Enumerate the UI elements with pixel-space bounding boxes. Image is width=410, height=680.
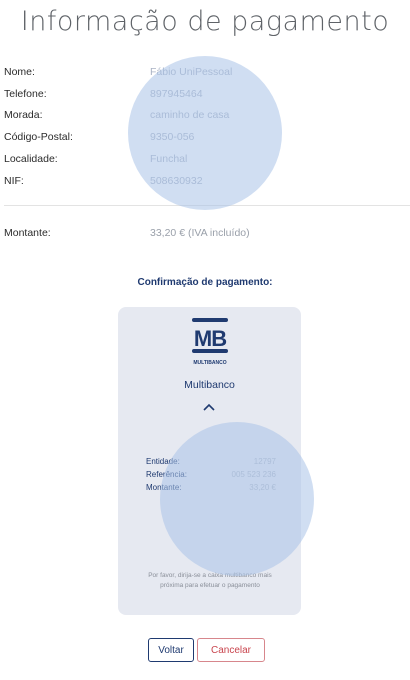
amount-label: Montante: — [4, 227, 51, 239]
multibanco-logo-icon: MB MULTIBANCO — [192, 318, 228, 366]
info-value: Funchal — [150, 153, 188, 165]
detail-label: Montante: — [146, 483, 182, 492]
info-label: Telefone: — [4, 88, 47, 100]
info-label: Código-Postal: — [4, 131, 73, 143]
info-row-locality: Localidade: Funchal — [4, 153, 404, 171]
detail-label: Entidade: — [146, 457, 180, 466]
detail-value: 005 523 236 — [231, 470, 277, 479]
logo-subtext: MULTIBANCO — [193, 360, 226, 366]
payment-method-name: Multibanco — [184, 379, 235, 391]
amount-value: 33,20 € (IVA incluído) — [150, 227, 250, 239]
info-value: 9350-056 — [150, 131, 195, 143]
info-value: 508630932 — [150, 175, 203, 187]
logo-text: MB — [194, 326, 226, 351]
confirmation-title: Confirmação de pagamento: — [137, 277, 273, 288]
info-label: NIF: — [4, 175, 24, 187]
info-value: 897945464 — [150, 88, 203, 100]
detail-label: Referência: — [146, 470, 187, 479]
payment-method-card: MB MULTIBANCO Multibanco Entidade: 12797… — [118, 307, 301, 615]
info-row-postal-code: Código-Postal: 9350-056 — [4, 131, 404, 149]
detail-value: 33,20 € — [249, 483, 276, 492]
info-label: Nome: — [4, 66, 35, 78]
detail-row-amount: Montante: 33,20 € — [146, 483, 276, 495]
info-row-nif: NIF: 508630932 — [4, 175, 404, 193]
info-row-address: Morada: caminho de casa — [4, 109, 404, 127]
detail-row-entity: Entidade: 12797 — [146, 457, 276, 469]
info-row-phone: Telefone: 897945464 — [4, 88, 404, 106]
detail-row-reference: Referência: 005 523 236 — [146, 470, 276, 482]
info-label: Localidade: — [4, 153, 58, 165]
info-value: caminho de casa — [150, 109, 230, 121]
info-label: Morada: — [4, 109, 43, 121]
cancel-button[interactable]: Cancelar — [197, 638, 265, 662]
amount-row: Montante: 33,20 € (IVA incluído) — [4, 227, 404, 245]
info-value: Fábio UniPessoal — [150, 66, 233, 78]
payment-instructions: Por favor, dirija-se a caixa multibanco … — [148, 572, 272, 589]
detail-value: 12797 — [253, 457, 276, 466]
info-row-name: Nome: Fábio UniPessoal — [4, 66, 404, 84]
back-button[interactable]: Voltar — [148, 638, 194, 662]
page-title: Informação de pagamento — [20, 6, 390, 37]
section-divider — [4, 205, 410, 206]
chevron-up-icon[interactable] — [202, 401, 216, 413]
